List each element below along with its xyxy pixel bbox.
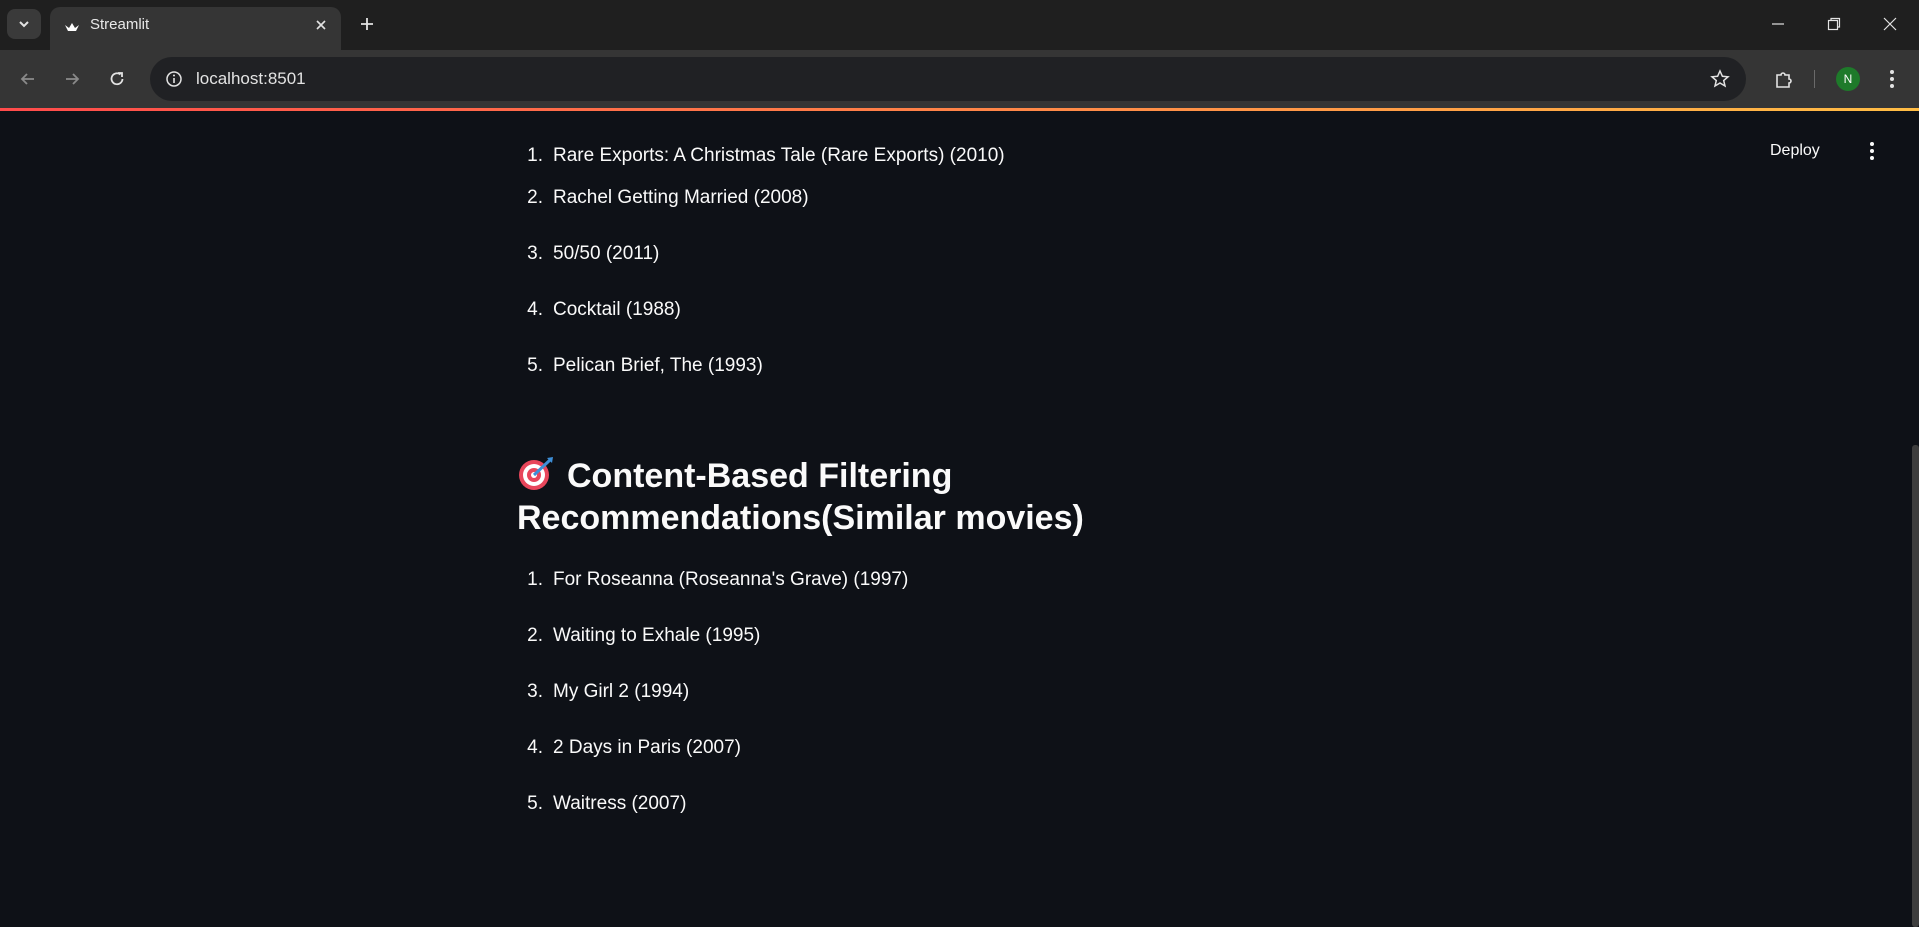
movie-title: My Girl 2 (1994) (553, 681, 690, 702)
list-item: 3. 50/50 (2011) (517, 239, 659, 269)
list-item: 2. Waiting to Exhale (1995) (517, 621, 760, 651)
list-number: 5. (527, 355, 543, 376)
minimize-button[interactable] (1750, 0, 1806, 48)
extensions-button[interactable] (1766, 61, 1802, 97)
deploy-button[interactable]: Deploy (1770, 139, 1820, 163)
address-bar[interactable]: localhost:8501 (150, 57, 1746, 101)
restore-button[interactable] (1806, 0, 1862, 48)
list-item: 5. Pelican Brief, The (1993) (517, 351, 763, 381)
puzzle-icon (1776, 72, 1792, 88)
url-text[interactable]: localhost:8501 (196, 57, 306, 101)
list-number: 1. (527, 569, 543, 590)
list-number: 4. (527, 737, 543, 758)
close-icon (1883, 17, 1897, 31)
list-number: 2. (527, 625, 543, 646)
tab-title: Streamlit (90, 16, 150, 33)
scrollbar[interactable] (1912, 445, 1919, 927)
reload-button[interactable] (99, 61, 135, 97)
list-item: 3. My Girl 2 (1994) (517, 677, 689, 707)
list-item: 1. Rare Exports: A Christmas Tale (Rare E… (517, 141, 1005, 171)
section-heading-text: Content-Based Filtering Recommendations(… (517, 457, 1084, 537)
tab-search-button[interactable] (7, 9, 41, 39)
plus-icon (361, 18, 373, 30)
list-number: 2. (527, 187, 543, 208)
arrow-right-icon (66, 73, 80, 85)
movie-title: Rare Exports: A Christmas Tale (Rare Exp… (553, 145, 1005, 166)
toolbar-separator (1814, 70, 1815, 88)
browser-menu-button[interactable] (1876, 63, 1908, 95)
new-tab-button[interactable] (352, 9, 382, 39)
list-number: 3. (527, 243, 543, 264)
list-item: 4. 2 Days in Paris (2007) (517, 733, 741, 763)
list-number: 4. (527, 299, 543, 320)
chevron-down-icon (19, 21, 29, 28)
kebab-menu-icon (1870, 142, 1874, 160)
kebab-menu-icon (1890, 70, 1894, 88)
movie-title: Waitress (2007) (553, 793, 687, 814)
bookmark-star-icon[interactable] (1706, 65, 1734, 93)
arrow-left-icon (20, 73, 34, 85)
movie-title: 50/50 (2011) (553, 243, 660, 264)
section-heading: Content-Based Filtering Recommendations(… (517, 455, 1337, 539)
movie-title: 2 Days in Paris (2007) (553, 737, 741, 758)
list-number: 1. (527, 145, 543, 166)
browser-toolbar: localhost:8501 N (0, 50, 1919, 108)
movie-title: Waiting to Exhale (1995) (553, 625, 761, 646)
back-button[interactable] (10, 61, 46, 97)
profile-avatar[interactable]: N (1836, 67, 1860, 91)
forward-button[interactable] (54, 61, 90, 97)
movie-title: Rachel Getting Married (2008) (553, 187, 809, 208)
streamlit-crown-icon (62, 18, 82, 38)
target-dart-icon (519, 457, 553, 490)
minimize-icon (1772, 23, 1784, 25)
movie-title: Pelican Brief, The (1993) (553, 355, 763, 376)
list-item: 5. Waitress (2007) (517, 789, 686, 819)
list-item: 4. Cocktail (1988) (517, 295, 681, 325)
reload-icon (110, 72, 124, 86)
site-info-icon[interactable] (158, 63, 190, 95)
restore-icon (1827, 17, 1841, 31)
movie-title: For Roseanna (Roseanna's Grave) (1997) (553, 569, 909, 590)
close-icon[interactable] (311, 15, 331, 35)
browser-tab[interactable]: Streamlit (50, 7, 341, 50)
list-number: 5. (527, 793, 543, 814)
list-number: 3. (527, 681, 543, 702)
app-menu-button[interactable] (1862, 140, 1882, 162)
streamlit-app: Deploy 1. Rare Exports: A Christmas Tale … (0, 111, 1919, 927)
close-window-button[interactable] (1862, 0, 1918, 48)
list-item: 2. Rachel Getting Married (2008) (517, 183, 809, 213)
browser-tabstrip: Streamlit (0, 0, 1919, 50)
list-item: 1. For Roseanna (Roseanna's Grave) (1997) (517, 565, 908, 595)
movie-title: Cocktail (1988) (553, 299, 681, 320)
